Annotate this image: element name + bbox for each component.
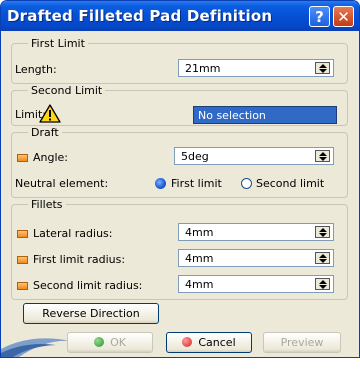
cancel-icon	[182, 337, 193, 347]
second-limit-radius-icon	[17, 282, 28, 290]
first-limit-radius-value: 4mm	[185, 252, 214, 265]
lateral-radius-field[interactable]: 4mm	[178, 223, 334, 241]
ok-label: OK	[110, 336, 126, 349]
help-button[interactable]: ?	[309, 6, 330, 27]
first-limit-legend: First Limit	[31, 37, 85, 50]
radio-second-limit[interactable]	[241, 178, 252, 189]
window-title: Drafted Filleted Pad Definition	[7, 7, 273, 25]
close-button[interactable]: ✕	[333, 6, 354, 27]
second-limit-radius-label: Second limit radius:	[33, 279, 143, 292]
ok-button[interactable]: OK	[67, 332, 153, 353]
radio-first-limit-label[interactable]: First limit	[171, 177, 222, 190]
length-field[interactable]: 21mm	[178, 59, 334, 77]
cancel-button[interactable]: Cancel	[166, 332, 252, 353]
length-value: 21mm	[185, 62, 221, 75]
cancel-label: Cancel	[198, 336, 236, 349]
title-bar[interactable]: Drafted Filleted Pad Definition ? ✕	[1, 1, 359, 31]
reverse-direction-button[interactable]: Reverse Direction	[23, 303, 159, 324]
angle-label: Angle:	[33, 151, 69, 164]
warning-icon	[39, 104, 61, 123]
fillets-legend: Fillets	[31, 198, 63, 211]
radio-first-limit[interactable]	[155, 178, 166, 189]
lateral-radius-value: 4mm	[185, 226, 214, 239]
neutral-element-label: Neutral element:	[15, 177, 109, 190]
lateral-radius-label: Lateral radius:	[33, 227, 113, 240]
angle-parameter-icon	[17, 154, 28, 162]
draft-legend: Draft	[31, 126, 59, 139]
angle-value: 5deg	[181, 150, 209, 163]
second-limit-radius-field[interactable]: 4mm	[178, 275, 334, 293]
limit-selection-field[interactable]: No selection	[193, 106, 337, 124]
angle-spinner[interactable]	[315, 150, 330, 162]
first-limit-radius-spinner[interactable]	[315, 252, 330, 264]
second-limit-radius-value: 4mm	[185, 278, 214, 291]
lateral-radius-spinner[interactable]	[315, 226, 330, 238]
first-limit-radius-icon	[17, 256, 28, 264]
dialog-window: Drafted Filleted Pad Definition ? ✕ Firs…	[0, 0, 360, 358]
length-spinner[interactable]	[315, 62, 330, 74]
lateral-radius-icon	[17, 230, 28, 238]
preview-button[interactable]: Preview	[263, 332, 341, 353]
length-label: Length:	[15, 63, 57, 76]
angle-field[interactable]: 5deg	[174, 147, 334, 165]
first-limit-radius-label: First limit radius:	[33, 253, 126, 266]
first-limit-radius-field[interactable]: 4mm	[178, 249, 334, 267]
ok-icon	[94, 337, 105, 347]
second-limit-legend: Second Limit	[31, 84, 103, 97]
second-limit-radius-spinner[interactable]	[315, 278, 330, 290]
limit-selection-value: No selection	[198, 109, 266, 122]
radio-second-limit-label[interactable]: Second limit	[256, 177, 324, 190]
